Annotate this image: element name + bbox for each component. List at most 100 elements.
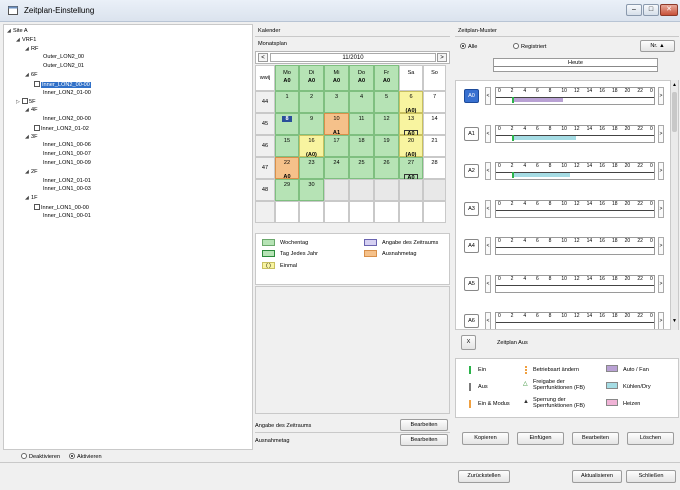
- day-timeline[interactable]: 0 2 4 6 8 10 12 14 16 18 20 22 0: [495, 124, 655, 143]
- pattern-select-button[interactable]: A4: [464, 239, 479, 253]
- schedule-block[interactable]: [512, 98, 564, 102]
- calendar-day-cell[interactable]: 4: [349, 91, 374, 113]
- pattern-select-button[interactable]: A1: [464, 126, 479, 141]
- tree-node[interactable]: Inner_LON1_00-07: [43, 151, 91, 158]
- calendar-day-cell[interactable]: 22 A0: [275, 157, 299, 180]
- calendar-day-cell[interactable]: 18: [349, 135, 374, 157]
- tree-node[interactable]: Inner_LON2_01-01: [43, 178, 91, 185]
- tree-node[interactable]: Inner_LON1_00-09: [43, 160, 91, 167]
- edit-pattern-button[interactable]: Bearbeiten: [572, 432, 619, 445]
- pattern-select-button[interactable]: A6: [464, 314, 479, 328]
- tree-node[interactable]: ◢ 6F: [25, 72, 38, 79]
- scroll-thumb[interactable]: [672, 92, 677, 132]
- delete-pattern-button[interactable]: Löschen: [627, 432, 674, 445]
- calendar-day-cell[interactable]: [299, 201, 324, 223]
- day-timeline[interactable]: 0 2 4 6 8 10 12 14 16 18 20 22 0: [495, 87, 655, 105]
- pattern-select-button[interactable]: A0: [464, 89, 479, 103]
- close-button[interactable]: ✕: [660, 4, 678, 16]
- calendar-day-cell[interactable]: 27 A0: [399, 157, 423, 182]
- pattern-next-arrow[interactable]: >: [658, 237, 664, 255]
- pattern-next-arrow[interactable]: >: [658, 199, 664, 218]
- scroll-up-arrow[interactable]: ▲: [672, 82, 677, 88]
- tree-node[interactable]: ▷ 5F: [16, 98, 36, 106]
- calendar-day-cell[interactable]: 28: [423, 157, 446, 179]
- deactivate-option[interactable]: Deaktivieren: [21, 453, 60, 460]
- pattern-prev-arrow[interactable]: <: [485, 274, 491, 293]
- tree-node[interactable]: Outer_LON2_00: [43, 54, 84, 61]
- reset-button[interactable]: Zurückstellen: [458, 470, 510, 483]
- filter-registered-option[interactable]: Registriert: [513, 43, 547, 50]
- pattern-select-button[interactable]: A2: [464, 164, 479, 178]
- paste-button[interactable]: Einfügen: [517, 432, 564, 445]
- tree-node[interactable]: ◢ RF: [25, 46, 38, 53]
- schedule-block[interactable]: [512, 135, 576, 140]
- update-button[interactable]: Aktualisieren: [572, 470, 622, 483]
- calendar-day-cell[interactable]: 25: [349, 157, 374, 179]
- pattern-list[interactable]: A0 < >0 2 4 6 8 10 12 14 16 18 20 22 0 A1 < >0 2 4 6 8 10 12 14 1…: [455, 80, 679, 330]
- calendar-day-cell[interactable]: 3: [324, 91, 349, 113]
- tree-node[interactable]: Inner_LON1_00-06: [43, 142, 91, 149]
- maximize-button[interactable]: □: [643, 4, 659, 16]
- day-timeline[interactable]: 0 2 4 6 8 10 12 14 16 18 20 22 0: [495, 162, 655, 180]
- pattern-row[interactable]: A6 < >0 2 4 6 8 10 12 14 16 18 20 22 0: [456, 306, 671, 329]
- day-timeline[interactable]: 0 2 4 6 8 10 12 14 16 18 20 22 0: [495, 274, 655, 293]
- pattern-next-arrow[interactable]: >: [658, 274, 664, 293]
- calendar-day-cell[interactable]: 10 A1: [324, 113, 349, 136]
- tree-node[interactable]: Inner_LON2_00-00: [43, 116, 91, 123]
- pattern-next-arrow[interactable]: >: [658, 312, 664, 329]
- deactivate-radio[interactable]: [21, 453, 27, 459]
- calendar-day-cell[interactable]: 24: [324, 157, 349, 179]
- tree-node[interactable]: ◢ 3F: [25, 134, 38, 141]
- calendar-day-cell[interactable]: 20 (A0): [399, 135, 423, 158]
- pattern-next-arrow[interactable]: >: [658, 162, 664, 180]
- calendar-day-cell[interactable]: 11: [349, 113, 374, 135]
- calendar-day-cell[interactable]: [374, 179, 399, 201]
- scroll-down-arrow[interactable]: ▼: [672, 318, 677, 324]
- prev-month-button[interactable]: <: [258, 53, 268, 62]
- pattern-prev-arrow[interactable]: <: [485, 199, 491, 218]
- tree-node[interactable]: Inner_LON2_00-00: [34, 80, 91, 89]
- pattern-next-arrow[interactable]: >: [658, 87, 664, 105]
- calendar-day-cell[interactable]: [349, 201, 374, 223]
- filter-all-option[interactable]: Alle: [460, 43, 477, 50]
- day-header[interactable]: Di A0: [299, 65, 324, 91]
- minimize-button[interactable]: –: [626, 4, 642, 16]
- tree-node[interactable]: Outer_LON2_01: [43, 63, 84, 70]
- day-timeline[interactable]: 0 2 4 6 8 10 12 14 16 18 20 22 0: [495, 199, 655, 218]
- day-header[interactable]: Fr A0: [374, 65, 399, 91]
- pattern-prev-arrow[interactable]: <: [485, 237, 491, 255]
- tree-node[interactable]: Inner_LON2_01-02: [34, 124, 89, 133]
- filter-registered-radio[interactable]: [513, 43, 519, 49]
- close-dialog-button[interactable]: Schließen: [626, 470, 676, 483]
- day-timeline[interactable]: 0 2 4 6 8 10 12 14 16 18 20 22 0: [495, 237, 655, 255]
- pattern-prev-arrow[interactable]: <: [485, 162, 491, 180]
- pattern-row[interactable]: A5 < >0 2 4 6 8 10 12 14 16 18 20 22 0: [456, 269, 671, 307]
- calendar-day-cell[interactable]: 15: [275, 135, 299, 157]
- tree-node[interactable]: ◢ 2F: [25, 169, 38, 176]
- pattern-row[interactable]: A3 < >0 2 4 6 8 10 12 14 16 18 20 22 0: [456, 194, 671, 232]
- tree-node[interactable]: ◢ VRF1: [16, 37, 36, 44]
- sort-number-button[interactable]: Nr. ▲: [640, 40, 675, 52]
- day-header[interactable]: Do A0: [349, 65, 374, 91]
- calendar-day-cell[interactable]: 16 (A0): [299, 135, 324, 158]
- filter-all-radio[interactable]: [460, 43, 466, 49]
- calendar-day-cell[interactable]: [423, 201, 446, 223]
- day-header[interactable]: Sa: [399, 65, 423, 91]
- edit-exception-button[interactable]: Bearbeiten: [400, 434, 448, 446]
- calendar-day-cell[interactable]: [399, 179, 423, 201]
- pattern-prev-arrow[interactable]: <: [485, 87, 491, 105]
- calendar-day-cell[interactable]: 12: [374, 113, 399, 135]
- day-header[interactable]: So: [423, 65, 446, 91]
- calendar-day-cell[interactable]: [275, 201, 299, 223]
- copy-button[interactable]: Kopieren: [462, 432, 509, 445]
- calendar-day-cell[interactable]: [374, 201, 399, 223]
- pattern-row[interactable]: A1 < >0 2 4 6 8 10 12 14 16 18 20 22 0: [456, 119, 671, 157]
- calendar-day-cell[interactable]: [324, 201, 349, 223]
- edit-period-button[interactable]: Bearbeiten: [400, 419, 448, 431]
- calendar-day-cell[interactable]: 14: [423, 113, 446, 135]
- tree-node[interactable]: Inner_LON1_00-01: [43, 213, 91, 220]
- calendar-day-cell[interactable]: [324, 179, 349, 201]
- pattern-prev-arrow[interactable]: <: [485, 312, 491, 329]
- calendar-day-cell[interactable]: 13 A0: [399, 113, 423, 138]
- calendar-day-cell[interactable]: 5: [374, 91, 399, 113]
